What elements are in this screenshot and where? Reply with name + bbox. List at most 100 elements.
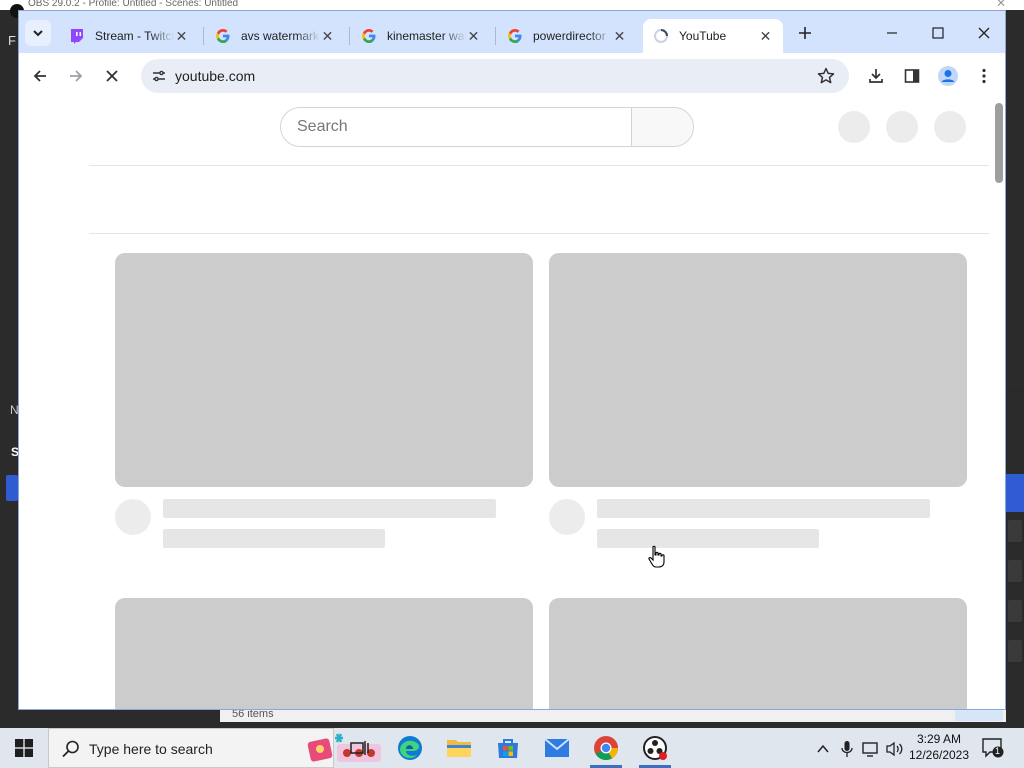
channel-avatar-skeleton xyxy=(549,499,585,535)
plus-icon xyxy=(799,27,811,39)
video-thumbnail-skeleton[interactable] xyxy=(115,253,533,487)
search-icon xyxy=(62,740,79,758)
title-line-skeleton xyxy=(163,499,496,518)
forward-button[interactable] xyxy=(61,61,91,91)
taskbar-search-box[interactable]: Type here to search xyxy=(48,728,381,768)
chevron-up-icon xyxy=(817,744,829,753)
tab-title: avs watermark xyxy=(241,29,320,43)
star-icon xyxy=(817,67,835,84)
tab-title: powerdirector xyxy=(533,29,606,43)
meta-line-skeleton xyxy=(163,529,385,548)
microphone-icon xyxy=(841,741,853,757)
header-button-placeholder[interactable] xyxy=(886,111,918,143)
volume-icon xyxy=(886,741,903,757)
close-tab-icon[interactable]: ✕ xyxy=(758,28,773,45)
search-button[interactable] xyxy=(631,108,693,146)
new-tab-button[interactable] xyxy=(791,20,819,46)
chrome-button[interactable] xyxy=(590,732,622,764)
menu-button[interactable] xyxy=(971,63,997,89)
show-hidden-icons-button[interactable] xyxy=(814,740,832,758)
clock-time: 3:29 AM xyxy=(916,732,962,746)
network-button[interactable] xyxy=(862,740,880,758)
background-status-bar: 56 items xyxy=(220,708,1006,722)
task-view-button[interactable] xyxy=(344,732,376,764)
notification-icon xyxy=(982,738,1004,758)
tab-search-button[interactable] xyxy=(25,20,51,46)
edge-button[interactable] xyxy=(394,732,426,764)
search-input[interactable] xyxy=(281,108,631,146)
youtube-search-box[interactable] xyxy=(280,107,694,147)
close-tab-icon[interactable]: ✕ xyxy=(466,28,481,45)
tab-title: Stream - Twitch xyxy=(95,29,174,43)
background-right-button[interactable] xyxy=(1008,560,1022,582)
header-button-placeholder[interactable] xyxy=(934,111,966,143)
background-right-button[interactable] xyxy=(1008,600,1022,622)
background-right-button[interactable] xyxy=(1008,640,1022,662)
browser-toolbar: youtube.com xyxy=(19,53,1005,99)
file-explorer-icon xyxy=(447,740,471,757)
chips-divider xyxy=(89,233,989,234)
minimize-button[interactable] xyxy=(869,19,915,47)
address-bar[interactable]: youtube.com xyxy=(141,59,849,93)
url-text[interactable]: youtube.com xyxy=(175,68,255,84)
download-icon xyxy=(869,69,883,83)
site-info-button[interactable] xyxy=(149,66,169,86)
tab-youtube[interactable]: YouTube ✕ xyxy=(643,19,783,53)
minimize-icon xyxy=(887,32,897,34)
obs-button[interactable] xyxy=(639,732,671,764)
video-thumbnail-skeleton[interactable] xyxy=(549,253,967,487)
background-right-selected[interactable] xyxy=(1006,474,1024,512)
tab-avs-watermark[interactable]: avs watermark ✕ xyxy=(205,19,345,53)
tab-powerdirector[interactable]: powerdirector ✕ xyxy=(497,19,637,53)
close-window-button[interactable] xyxy=(961,19,1005,47)
background-right-button[interactable] xyxy=(1008,520,1022,542)
tab-kinemaster[interactable]: kinemaster watermark ✕ xyxy=(351,19,491,53)
background-menu-label[interactable]: F xyxy=(8,33,16,48)
close-tab-icon[interactable]: ✕ xyxy=(320,28,335,45)
notification-center-button[interactable]: 1 xyxy=(982,738,1004,758)
title-line-skeleton xyxy=(597,499,930,518)
windows-logo-icon xyxy=(15,739,33,757)
downloads-button[interactable] xyxy=(863,63,889,89)
file-explorer-button[interactable] xyxy=(443,732,475,764)
bookmark-button[interactable] xyxy=(815,65,837,87)
background-view-toggle[interactable] xyxy=(955,709,1003,721)
browser-window: Stream - Twitch ✕ avs watermark ✕ kinema… xyxy=(18,10,1006,710)
mail-button[interactable] xyxy=(541,732,573,764)
google-icon xyxy=(361,28,377,44)
back-button[interactable] xyxy=(25,61,55,91)
microsoft-store-button[interactable] xyxy=(492,732,524,764)
volume-button[interactable] xyxy=(886,740,904,758)
profile-button[interactable] xyxy=(935,63,961,89)
header-button-placeholder[interactable] xyxy=(838,111,870,143)
video-thumbnail-skeleton[interactable] xyxy=(549,598,967,709)
maximize-button[interactable] xyxy=(915,19,961,47)
stop-loading-button[interactable] xyxy=(97,61,127,91)
background-right-panel xyxy=(1006,388,1024,718)
tab-title: YouTube xyxy=(679,29,727,43)
microsoft-store-icon xyxy=(498,739,518,758)
side-panel-button[interactable] xyxy=(899,63,925,89)
background-close-icon[interactable]: ✕ xyxy=(996,0,1006,10)
maximize-icon xyxy=(932,27,944,39)
background-selected-item[interactable] xyxy=(6,475,18,501)
tab-strip: Stream - Twitch ✕ avs watermark ✕ kinema… xyxy=(19,11,1005,53)
tab-twitch[interactable]: Stream - Twitch ✕ xyxy=(59,19,199,53)
mail-icon xyxy=(544,738,570,757)
google-icon xyxy=(215,28,231,44)
chevron-down-icon xyxy=(33,30,43,37)
close-tab-icon[interactable]: ✕ xyxy=(174,28,189,45)
profile-icon xyxy=(938,66,958,86)
header-divider xyxy=(89,165,989,166)
close-tab-icon[interactable]: ✕ xyxy=(612,28,627,45)
more-vert-icon xyxy=(982,68,986,84)
background-window-title: OBS 29.0.2 - Profile: Untitled - Scenes:… xyxy=(28,0,239,9)
start-button[interactable] xyxy=(0,728,48,768)
system-clock[interactable]: 3:29 AM 12/26/2023 xyxy=(906,731,972,763)
hand-cursor-icon xyxy=(648,545,665,568)
chrome-icon xyxy=(594,736,618,761)
microphone-button[interactable] xyxy=(838,740,856,758)
edge-icon xyxy=(398,736,422,760)
page-scrollbar[interactable] xyxy=(995,103,1003,183)
video-thumbnail-skeleton[interactable] xyxy=(115,598,533,709)
